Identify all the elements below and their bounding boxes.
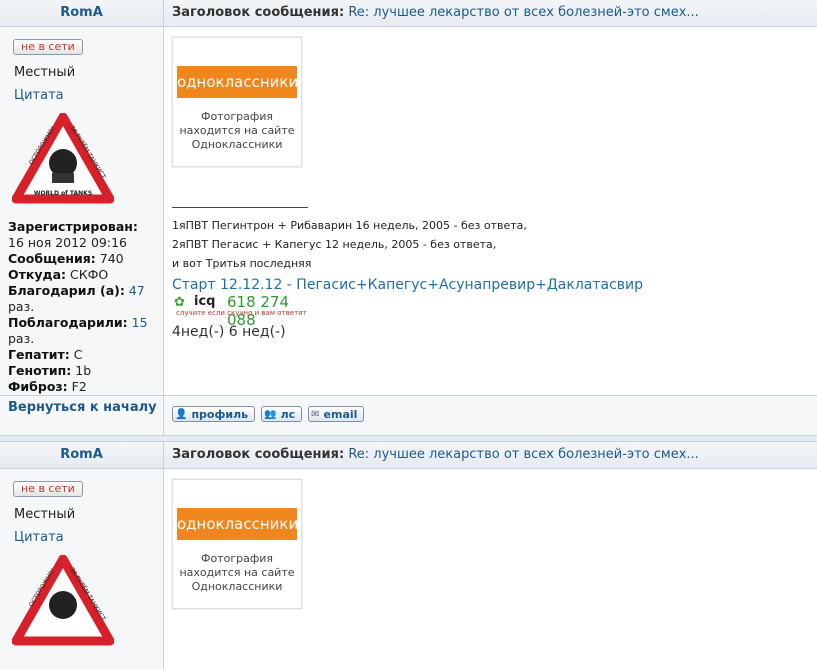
subject-label: Заголовок сообщения: — [172, 447, 345, 462]
quote-link[interactable]: Цитата — [14, 530, 163, 545]
hep-label: Гепатит: — [8, 347, 70, 362]
thanked-label: Благодарил (а): — [8, 283, 125, 298]
user-rank: Местный — [14, 65, 76, 80]
gotthanks-link[interactable]: 15 — [132, 315, 148, 330]
odnoklassniki-logo: одноклассники — [177, 66, 298, 98]
post: RomA Заголовок сообщения: Re: лучшее лек… — [0, 0, 817, 435]
signature-divider — [172, 207, 308, 208]
from-label: Откуда: — [8, 267, 67, 282]
signature-line: 1яПВТ Пегинтрон + Рибаварин 16 недель, 2… — [172, 219, 527, 232]
post: RomA Заголовок сообщения: Re: лучшее лек… — [0, 442, 817, 669]
offline-badge: не в сети — [13, 39, 83, 55]
hep-value: C — [73, 347, 83, 362]
gotthanks-unit: раз. — [8, 331, 35, 346]
envelope-icon: ✉ — [311, 408, 320, 420]
user-info: Зарегистрирован: 16 ноя 2012 09:16 Сообщ… — [8, 219, 163, 395]
tank-warning-avatar-icon: ОСТОРОЖНО! ЗА РУЛЁМ ТАНКИСТ — [11, 554, 115, 646]
profile-label: профиль — [191, 407, 249, 421]
from-value: СКФО — [70, 267, 109, 282]
fib-label: Фиброз: — [8, 379, 68, 394]
icq-flower-icon: ✿ — [174, 295, 185, 310]
geno-value: 1b — [75, 363, 92, 378]
post-footer: Вернуться к началу 👤 профиль 👥 лс ✉ email — [0, 395, 817, 435]
icq-badge[interactable]: ✿ icq 618 274 088 случите если скучно и … — [172, 293, 322, 329]
signature-line: 2яПВТ Пегасис + Капегус 12 недель, 2005 … — [172, 238, 497, 251]
reg-label: Зарегистрирован: — [8, 219, 138, 234]
odnoklassniki-photo[interactable]: одноклассники Фотография находится на са… — [172, 37, 302, 167]
subject-link[interactable]: Re: лучшее лекарство от всех болезней-эт… — [348, 447, 698, 462]
therapy-start: Старт 12.12.12 - Пегасис+Капегус+Асунапр… — [172, 277, 644, 293]
post-content: одноклассники Фотография находится на са… — [164, 27, 817, 395]
user-rank: Местный — [14, 507, 76, 522]
msgs-label: Сообщения: — [8, 251, 96, 266]
post-author[interactable]: RomA — [0, 0, 164, 26]
subject-link[interactable]: Re: лучшее лекарство от всех болезней-эт… — [348, 5, 698, 20]
photo-caption-line: находится на сайте — [179, 124, 295, 137]
reg-value: 16 ноя 2012 09:16 — [8, 235, 128, 250]
signature-text: 1яПВТ Пегинтрон + Рибаварин 16 недель, 2… — [172, 216, 817, 273]
fib-value: F2 — [71, 379, 87, 394]
avatar-bottom-text: WORLD of TANKS — [34, 190, 92, 197]
user-icon: 👤 — [175, 408, 188, 420]
photo-caption-line: Фотография — [200, 110, 273, 123]
photo-caption: Фотография находится на сайте Одноклассн… — [173, 110, 301, 152]
tank-warning-avatar-icon: ОСТОРОЖНО! ЗА РУЛЁМ ТАНКИСТ WORLD of TAN… — [11, 112, 115, 204]
post-header: RomA Заголовок сообщения: Re: лучшее лек… — [0, 442, 817, 469]
author-profile: не в сети Местный Цитата ОСТОРОЖНО! ЗА Р… — [0, 27, 164, 395]
post-content: одноклассники Фотография находится на са… — [164, 469, 817, 669]
post-body: не в сети Местный Цитата ОСТОРОЖНО! ЗА Р… — [0, 27, 817, 395]
post-subject: Заголовок сообщения: Re: лучшее лекарств… — [164, 0, 817, 26]
photo-caption-line: Одноклассники — [191, 580, 283, 593]
pm-button[interactable]: 👥 лс — [261, 406, 303, 422]
users-icon: 👥 — [264, 408, 277, 420]
photo-caption-line: Одноклассники — [191, 138, 283, 151]
thanked-link[interactable]: 47 — [129, 283, 145, 298]
email-label: email — [323, 407, 358, 421]
icq-tagline: случите если скучно и вам ответят — [176, 309, 307, 317]
post-actions: 👤 профиль 👥 лс ✉ email — [164, 396, 817, 435]
pm-label: лс — [280, 407, 296, 421]
offline-badge: не в сети — [13, 481, 83, 497]
geno-label: Генотип: — [8, 363, 72, 378]
author-profile: не в сети Местный Цитата ОСТОРОЖНО! ЗА Р… — [0, 469, 164, 669]
post-author[interactable]: RomA — [0, 442, 164, 468]
profile-button[interactable]: 👤 профиль — [172, 406, 256, 422]
post-separator — [0, 435, 817, 442]
back-to-top-link[interactable]: Вернуться к началу — [0, 396, 164, 435]
post-subject: Заголовок сообщения: Re: лучшее лекарств… — [164, 442, 817, 468]
gotthanks-label: Поблагодарили: — [8, 315, 128, 330]
post-header: RomA Заголовок сообщения: Re: лучшее лек… — [0, 0, 817, 27]
thanked-unit: раз. — [8, 299, 35, 314]
odnoklassniki-photo[interactable]: одноклассники Фотография находится на са… — [172, 479, 302, 609]
photo-caption-line: Фотография — [200, 552, 273, 565]
photo-caption-line: находится на сайте — [179, 566, 295, 579]
msgs-value: 740 — [99, 251, 124, 266]
subject-label: Заголовок сообщения: — [172, 5, 345, 20]
quote-link[interactable]: Цитата — [14, 88, 163, 103]
icq-word: icq — [194, 294, 216, 309]
photo-caption: Фотография находится на сайте Одноклассн… — [173, 552, 301, 594]
odnoklassniki-logo: одноклассники — [177, 508, 298, 540]
signature-line: и вот Тритья последняя — [172, 257, 312, 270]
email-button[interactable]: ✉ email — [308, 406, 365, 422]
post-body: не в сети Местный Цитата ОСТОРОЖНО! ЗА Р… — [0, 469, 817, 669]
